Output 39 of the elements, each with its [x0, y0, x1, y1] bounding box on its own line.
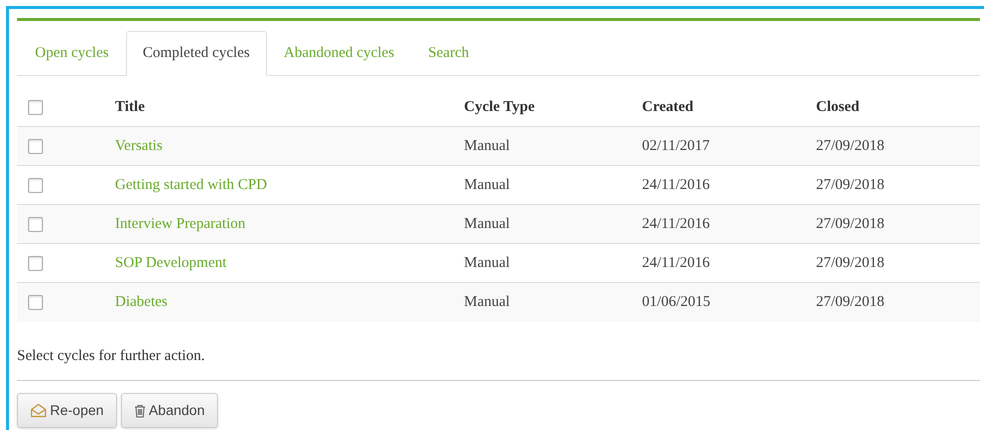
table-cell: 27/09/2018	[816, 216, 884, 232]
checkbox[interactable]	[28, 100, 43, 114]
checkbox[interactable]	[28, 216, 43, 232]
table-cell: 24/11/2016	[642, 176, 710, 193]
checkbox[interactable]	[28, 178, 43, 192]
table-cell: Manual	[464, 294, 510, 310]
envelope-icon	[30, 403, 47, 418]
table-cell: Manual	[464, 254, 510, 271]
abandon-button[interactable]: Abandon	[120, 393, 218, 428]
table-cell: 24/11/2016	[642, 216, 710, 232]
tab[interactable]: Open cycles	[18, 31, 126, 75]
checkbox[interactable]	[28, 138, 43, 154]
reopen-button[interactable]: Re-open	[17, 393, 117, 428]
table-cell: 27/09/2018	[816, 294, 884, 310]
table-cell: 01/06/2015	[642, 294, 710, 310]
table-cell: 27/09/2018	[816, 254, 884, 271]
column-header: Closed	[816, 98, 860, 115]
hint-text: Select cycles for further action.	[17, 347, 205, 366]
title-link[interactable]: Getting started with CPD	[115, 176, 268, 193]
table-cell: 24/11/2016	[642, 254, 710, 271]
tab[interactable]: Search	[411, 31, 486, 75]
trash-icon	[134, 404, 146, 418]
column-header: Created	[642, 98, 694, 115]
title-link[interactable]: Interview Preparation	[115, 216, 246, 232]
table-cell: 27/09/2018	[816, 138, 884, 154]
title-link[interactable]: SOP Development	[115, 254, 227, 271]
table-cell: 02/11/2017	[642, 138, 710, 154]
title-link[interactable]: Versatis	[115, 138, 162, 154]
column-header: Title	[115, 98, 145, 115]
table-cell: Manual	[464, 216, 510, 232]
tab[interactable]: Completed cycles	[126, 31, 267, 76]
table-cell: Manual	[464, 176, 510, 193]
checkbox[interactable]	[28, 295, 43, 310]
table-cell: Manual	[464, 138, 510, 154]
title-link[interactable]: Diabetes	[115, 294, 168, 310]
column-header: Cycle Type	[464, 98, 535, 115]
checkbox[interactable]	[28, 256, 43, 270]
table-cell: 27/09/2018	[816, 176, 884, 193]
tab[interactable]: Abandoned cycles	[266, 31, 412, 75]
